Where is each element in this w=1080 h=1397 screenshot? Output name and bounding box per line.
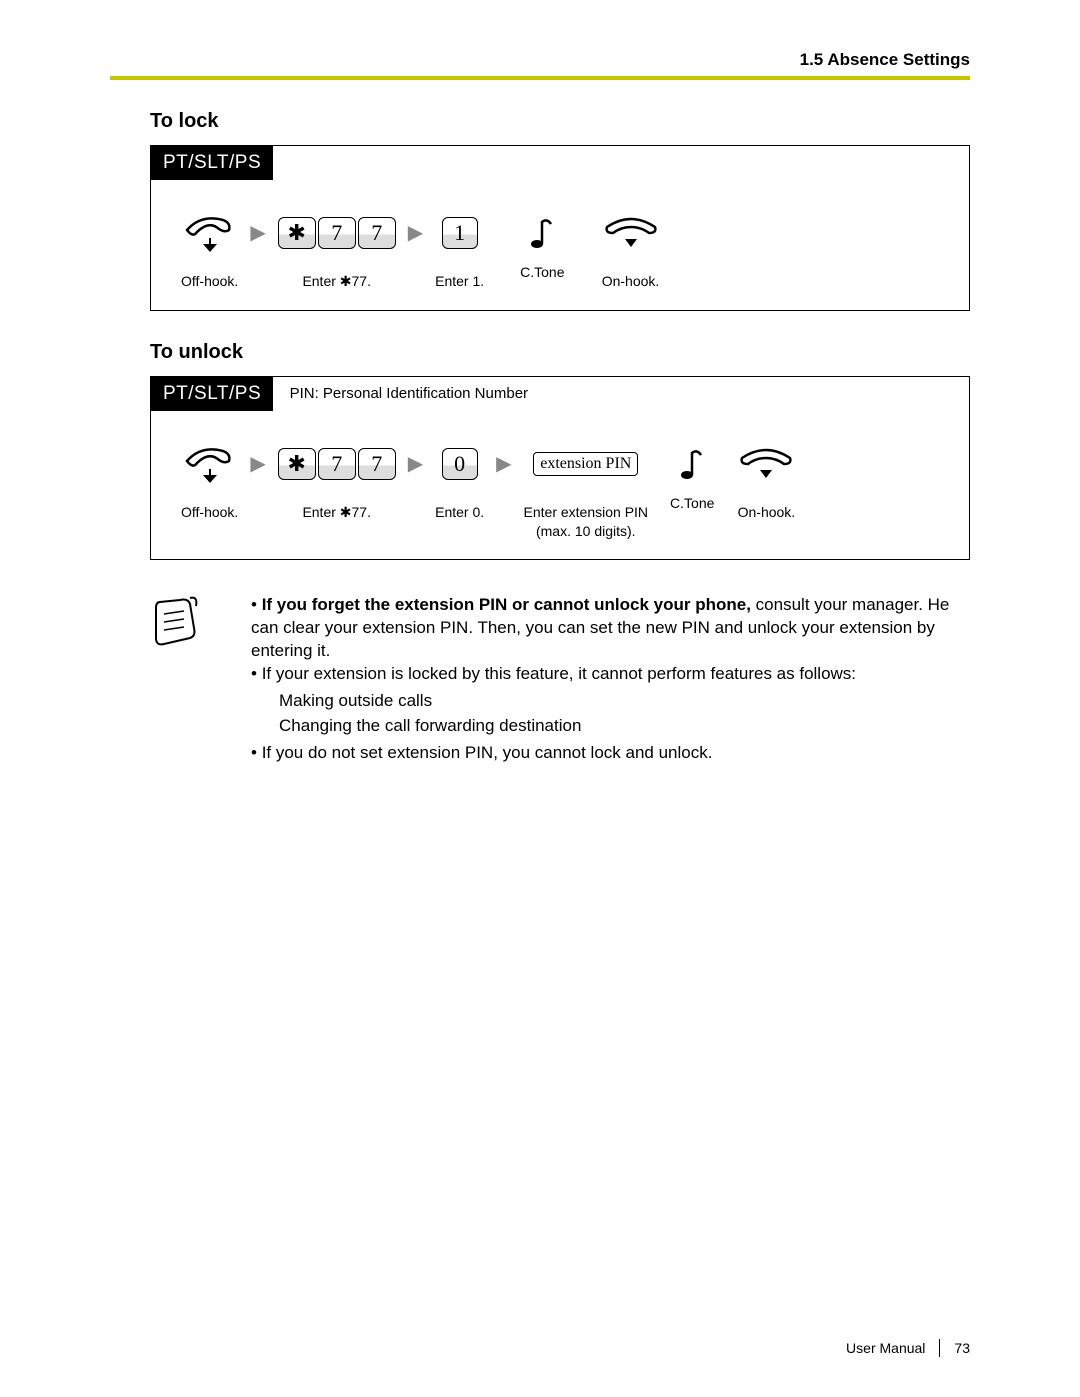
step-code: ✱ 7 7 Enter ✱77. [278, 205, 396, 290]
arrow-icon: ▶ [244, 205, 271, 260]
keycap-0: 0 [442, 448, 478, 480]
keycap-1: 1 [442, 217, 478, 249]
footer-label: User Manual [846, 1340, 925, 1356]
label-enter-0: Enter 0. [435, 503, 484, 521]
page-footer: User Manual 73 [846, 1339, 970, 1357]
extension-pin-box: extension PIN [533, 452, 638, 476]
keycap-7a: 7 [318, 448, 356, 480]
note-item-3: • If you do not set extension PIN, you c… [251, 742, 970, 765]
label-offhook: Off-hook. [181, 272, 238, 290]
procedure-box-unlock: PT/SLT/PS PIN: Personal Identification N… [150, 376, 970, 560]
step-ctone: C.Tone [670, 436, 714, 511]
note-block: • If you forget the extension PIN or can… [150, 590, 970, 769]
offhook-icon [183, 436, 237, 491]
keycap-7b: 7 [358, 217, 396, 249]
keycap-group-star77: ✱ 7 7 [278, 448, 396, 480]
section-title-text: 1.5 Absence Settings [800, 50, 970, 69]
step-ctone: C.Tone [520, 205, 564, 280]
flow-lock: Off-hook. ▶ ✱ 7 7 Enter ✱77. ▶ 1 Ent [151, 180, 969, 310]
phone-type-tab: PT/SLT/PS [151, 377, 273, 411]
label-enter-code: Enter ✱77. [302, 503, 371, 521]
flow-unlock: Off-hook. ▶ ✱ 7 7 Enter ✱77. ▶ 0 Ent [151, 411, 969, 559]
step-offhook: Off-hook. [181, 205, 238, 290]
keycap-7a: 7 [318, 217, 356, 249]
keycap-star: ✱ [278, 217, 316, 249]
heading-to-unlock: To unlock [150, 341, 970, 364]
offhook-icon [183, 205, 237, 260]
step-onhook: On-hook. [601, 205, 661, 290]
note-item-1: • If you forget the extension PIN or can… [251, 594, 970, 663]
step-one: 1 Enter 1. [435, 205, 484, 290]
onhook-icon [736, 436, 796, 491]
label-enter-code: Enter ✱77. [302, 272, 371, 290]
arrow-icon: ▶ [402, 205, 429, 260]
note-bold: If you forget the extension PIN or canno… [262, 595, 751, 614]
label-onhook: On-hook. [602, 272, 660, 290]
arrow-icon: ▶ [490, 436, 517, 491]
label-enter-pin: Enter extension PIN [524, 503, 649, 521]
manual-page: 1.5 Absence Settings To lock PT/SLT/PS O… [0, 0, 1080, 1397]
step-ext-pin: extension PIN Enter extension PIN (max. … [524, 436, 649, 539]
arrow-icon: ▶ [402, 436, 429, 491]
label-enter-1: Enter 1. [435, 272, 484, 290]
phone-type-tab: PT/SLT/PS [151, 146, 273, 180]
step-zero: 0 Enter 0. [435, 436, 484, 521]
step-code: ✱ 7 7 Enter ✱77. [278, 436, 396, 521]
label-pin-max: (max. 10 digits). [536, 523, 636, 539]
step-onhook: On-hook. [736, 436, 796, 521]
tone-icon [527, 205, 557, 260]
note-icon [150, 590, 205, 769]
note-item-2: • If your extension is locked by this fe… [251, 663, 970, 738]
keycap-group-star77: ✱ 7 7 [278, 217, 396, 249]
label-offhook: Off-hook. [181, 503, 238, 521]
section-header: 1.5 Absence Settings [110, 50, 970, 80]
heading-to-lock: To lock [150, 110, 970, 133]
label-ctone: C.Tone [670, 495, 714, 511]
step-offhook: Off-hook. [181, 436, 238, 521]
onhook-icon [601, 205, 661, 260]
footer-page: 73 [954, 1340, 970, 1356]
tone-icon [677, 436, 707, 491]
note-text: • If you forget the extension PIN or can… [223, 590, 970, 769]
label-onhook: On-hook. [738, 503, 796, 521]
label-ctone: C.Tone [520, 264, 564, 280]
note-sub-1: Making outside calls [279, 690, 970, 713]
procedure-box-lock: PT/SLT/PS Off-hook. ▶ ✱ 7 [150, 145, 970, 311]
footer-separator [939, 1339, 940, 1357]
arrow-icon: ▶ [244, 436, 271, 491]
keycap-7b: 7 [358, 448, 396, 480]
note-sub-2: Changing the call forwarding destination [279, 715, 970, 738]
pin-definition: PIN: Personal Identification Number [290, 377, 528, 402]
keycap-star: ✱ [278, 448, 316, 480]
